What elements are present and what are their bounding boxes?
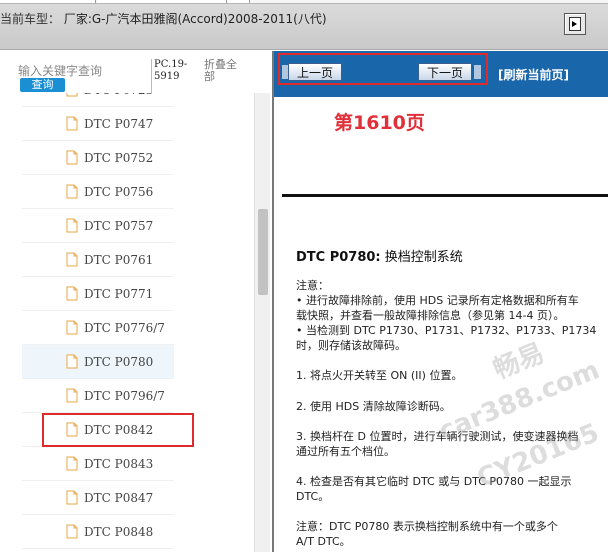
document-icon [66, 116, 78, 131]
note-line: • 进行故障排除前，使用 HDS 记录所有定格数据和所有车 [296, 294, 579, 307]
search-input[interactable] [18, 63, 148, 79]
search-bar: 查询 PC.19-5919 折叠全部 [0, 51, 270, 93]
current-vehicle: 当前车型： 厂家:G-广汽本田雅阁(Accord)2008-2011(八代) [0, 10, 327, 27]
tree-item[interactable]: DTC P0747 [22, 107, 174, 141]
tree-item[interactable]: DTC P0757 [22, 209, 174, 243]
refresh-page-link[interactable]: [刷新当前页] [498, 66, 569, 83]
tree-item-label: DTC P0756 [84, 185, 154, 199]
top-header: 当前车型： 厂家:G-广汽本田雅阁(Accord)2008-2011(八代) [0, 0, 608, 50]
tree-item-label: DTC P0747 [84, 117, 154, 131]
tree-item-label: DTC P0847 [84, 491, 154, 505]
current-vehicle-label: 当前车型： [0, 12, 61, 26]
tree-item-label: DTC P0776/7 [84, 321, 165, 335]
document-icon [66, 388, 78, 403]
tree-item[interactable]: DTC P0847 [22, 481, 174, 515]
tree-item[interactable]: DTC P0843 [22, 447, 174, 481]
page-number: 第1610页 [334, 112, 425, 134]
document-icon [66, 490, 78, 505]
play-icon [569, 17, 581, 31]
tree-item-label: DTC P0843 [84, 457, 154, 471]
document-viewer: 上一页 下一页 [刷新当前页] 第1610页 DTC P0780: 换档控制系统… [272, 51, 608, 552]
tree-item-label: DTC P0771 [84, 287, 154, 301]
document-icon [66, 524, 78, 539]
current-vehicle-value: 厂家:G-广汽本田雅阁(Accord)2008-2011(八代) [60, 12, 327, 26]
tree-item-label: DTC P0780 [84, 355, 154, 369]
document-icon [66, 184, 78, 199]
tree-item[interactable]: DTC P0842 [22, 413, 174, 447]
document-page: DTC P0780: 换档控制系统 注意： • 进行故障排除前，使用 HDS 记… [274, 151, 608, 552]
document-icon [66, 422, 78, 437]
tree-item-label: DTC P0796/7 [84, 389, 165, 403]
note-heading: 注意： [296, 279, 329, 292]
step-line: 1. 将点火开关转至 ON (II) 位置。 [296, 369, 463, 382]
tab-segment[interactable] [228, 0, 250, 3]
tree-item[interactable]: DTC P0848 [22, 515, 174, 549]
collapse-all-link[interactable]: 折叠全部 [204, 59, 244, 83]
tree-item[interactable]: DTC P0771 [22, 277, 174, 311]
note-line: • 当检测到 DTC P1730、P1731、P1732、P1733、P1734 [296, 324, 597, 337]
panel-toggle-button[interactable] [564, 13, 586, 35]
doc-title: DTC P0780: 换档控制系统 [296, 246, 463, 265]
window-tab-strip [0, 0, 608, 4]
document-icon [66, 252, 78, 267]
tree-item-label: DTC P0752 [84, 151, 154, 165]
tree-item-label: DTC P0757 [84, 219, 154, 233]
tree-item[interactable]: DTC P0776/7 [22, 311, 174, 345]
tree-item[interactable]: DTC P0796/7 [22, 379, 174, 413]
next-page-button[interactable]: 下一页 [418, 63, 472, 81]
code-reference: PC.19-5919 [151, 59, 197, 93]
tree-item[interactable]: DTC P0780 [22, 345, 174, 379]
doc-title-code: DTC P0780: [296, 250, 381, 265]
document-icon [66, 93, 78, 97]
document-icon [66, 218, 78, 233]
tree-item[interactable]: DTC P0723 [22, 93, 174, 107]
step-line: 2. 使用 HDS 清除故障诊断码。 [296, 400, 451, 413]
step-line: A/T DTC。 [296, 535, 351, 548]
tree-item[interactable]: DTC P0752 [22, 141, 174, 175]
tab-segment[interactable] [0, 0, 96, 3]
scroll-thumb[interactable] [258, 209, 268, 295]
step-line: DTC。 [296, 490, 330, 503]
search-button[interactable]: 查询 [20, 78, 65, 92]
step-line: 注意：DTC P0780 表示换档控制系统中有一个或多个 [296, 520, 558, 533]
document-icon [66, 320, 78, 335]
document-icon [66, 286, 78, 301]
tree-item[interactable]: DTC P0756 [22, 175, 174, 209]
note-line: 载快照，并查看一般故障排除信息（参见第 14-4 页）。 [296, 309, 565, 322]
prev-page-button[interactable]: 上一页 [288, 63, 342, 81]
doc-title-text: 换档控制系统 [380, 250, 463, 265]
document-icon [66, 354, 78, 369]
document-icon [66, 150, 78, 165]
tree-scrollbar[interactable] [254, 93, 270, 552]
step-line: 通过所有五个档位。 [296, 445, 395, 458]
tree-item-label: DTC P0848 [84, 525, 154, 539]
left-panel: 查询 PC.19-5919 折叠全部 DTC P0723DTC P0747DTC… [0, 51, 270, 552]
tab-segment[interactable] [97, 0, 227, 3]
tree-item[interactable]: DTC P0761 [22, 243, 174, 277]
document-icon [66, 456, 78, 471]
tree-item-label: DTC P0761 [84, 253, 154, 267]
tree-item-label: DTC P0842 [84, 423, 154, 437]
next-arrow-icon [474, 65, 481, 79]
document-tree: DTC P0723 DTC P0747 DTC P0752 DTC P0756 DTC … [0, 93, 254, 552]
step-line: 4. 检查是否有其它临时 DTC 或与 DTC P0780 一起显示 [296, 475, 572, 488]
page-divider [282, 194, 608, 197]
page-nav-bar: 上一页 下一页 [刷新当前页] [274, 51, 608, 97]
note-line: 时，则存储该故障码。 [296, 339, 406, 352]
tree-item-label: DTC P0723 [84, 93, 153, 97]
